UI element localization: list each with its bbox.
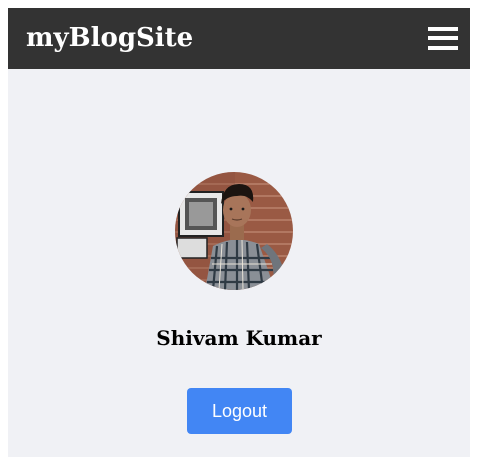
- avatar: [175, 172, 293, 290]
- site-brand[interactable]: myBlogSite: [26, 20, 193, 56]
- logout-button[interactable]: Logout: [187, 388, 292, 434]
- avatar-photo: [175, 172, 293, 290]
- hamburger-menu-icon[interactable]: [426, 25, 460, 53]
- profile-name: Shivam Kumar: [156, 326, 322, 350]
- menu-bar-bottom: [428, 46, 458, 50]
- menu-bar-middle: [428, 36, 458, 40]
- navbar: myBlogSite: [8, 8, 470, 69]
- app-frame: myBlogSite Shivam Kumar Logout: [8, 8, 470, 457]
- menu-bar-top: [428, 27, 458, 31]
